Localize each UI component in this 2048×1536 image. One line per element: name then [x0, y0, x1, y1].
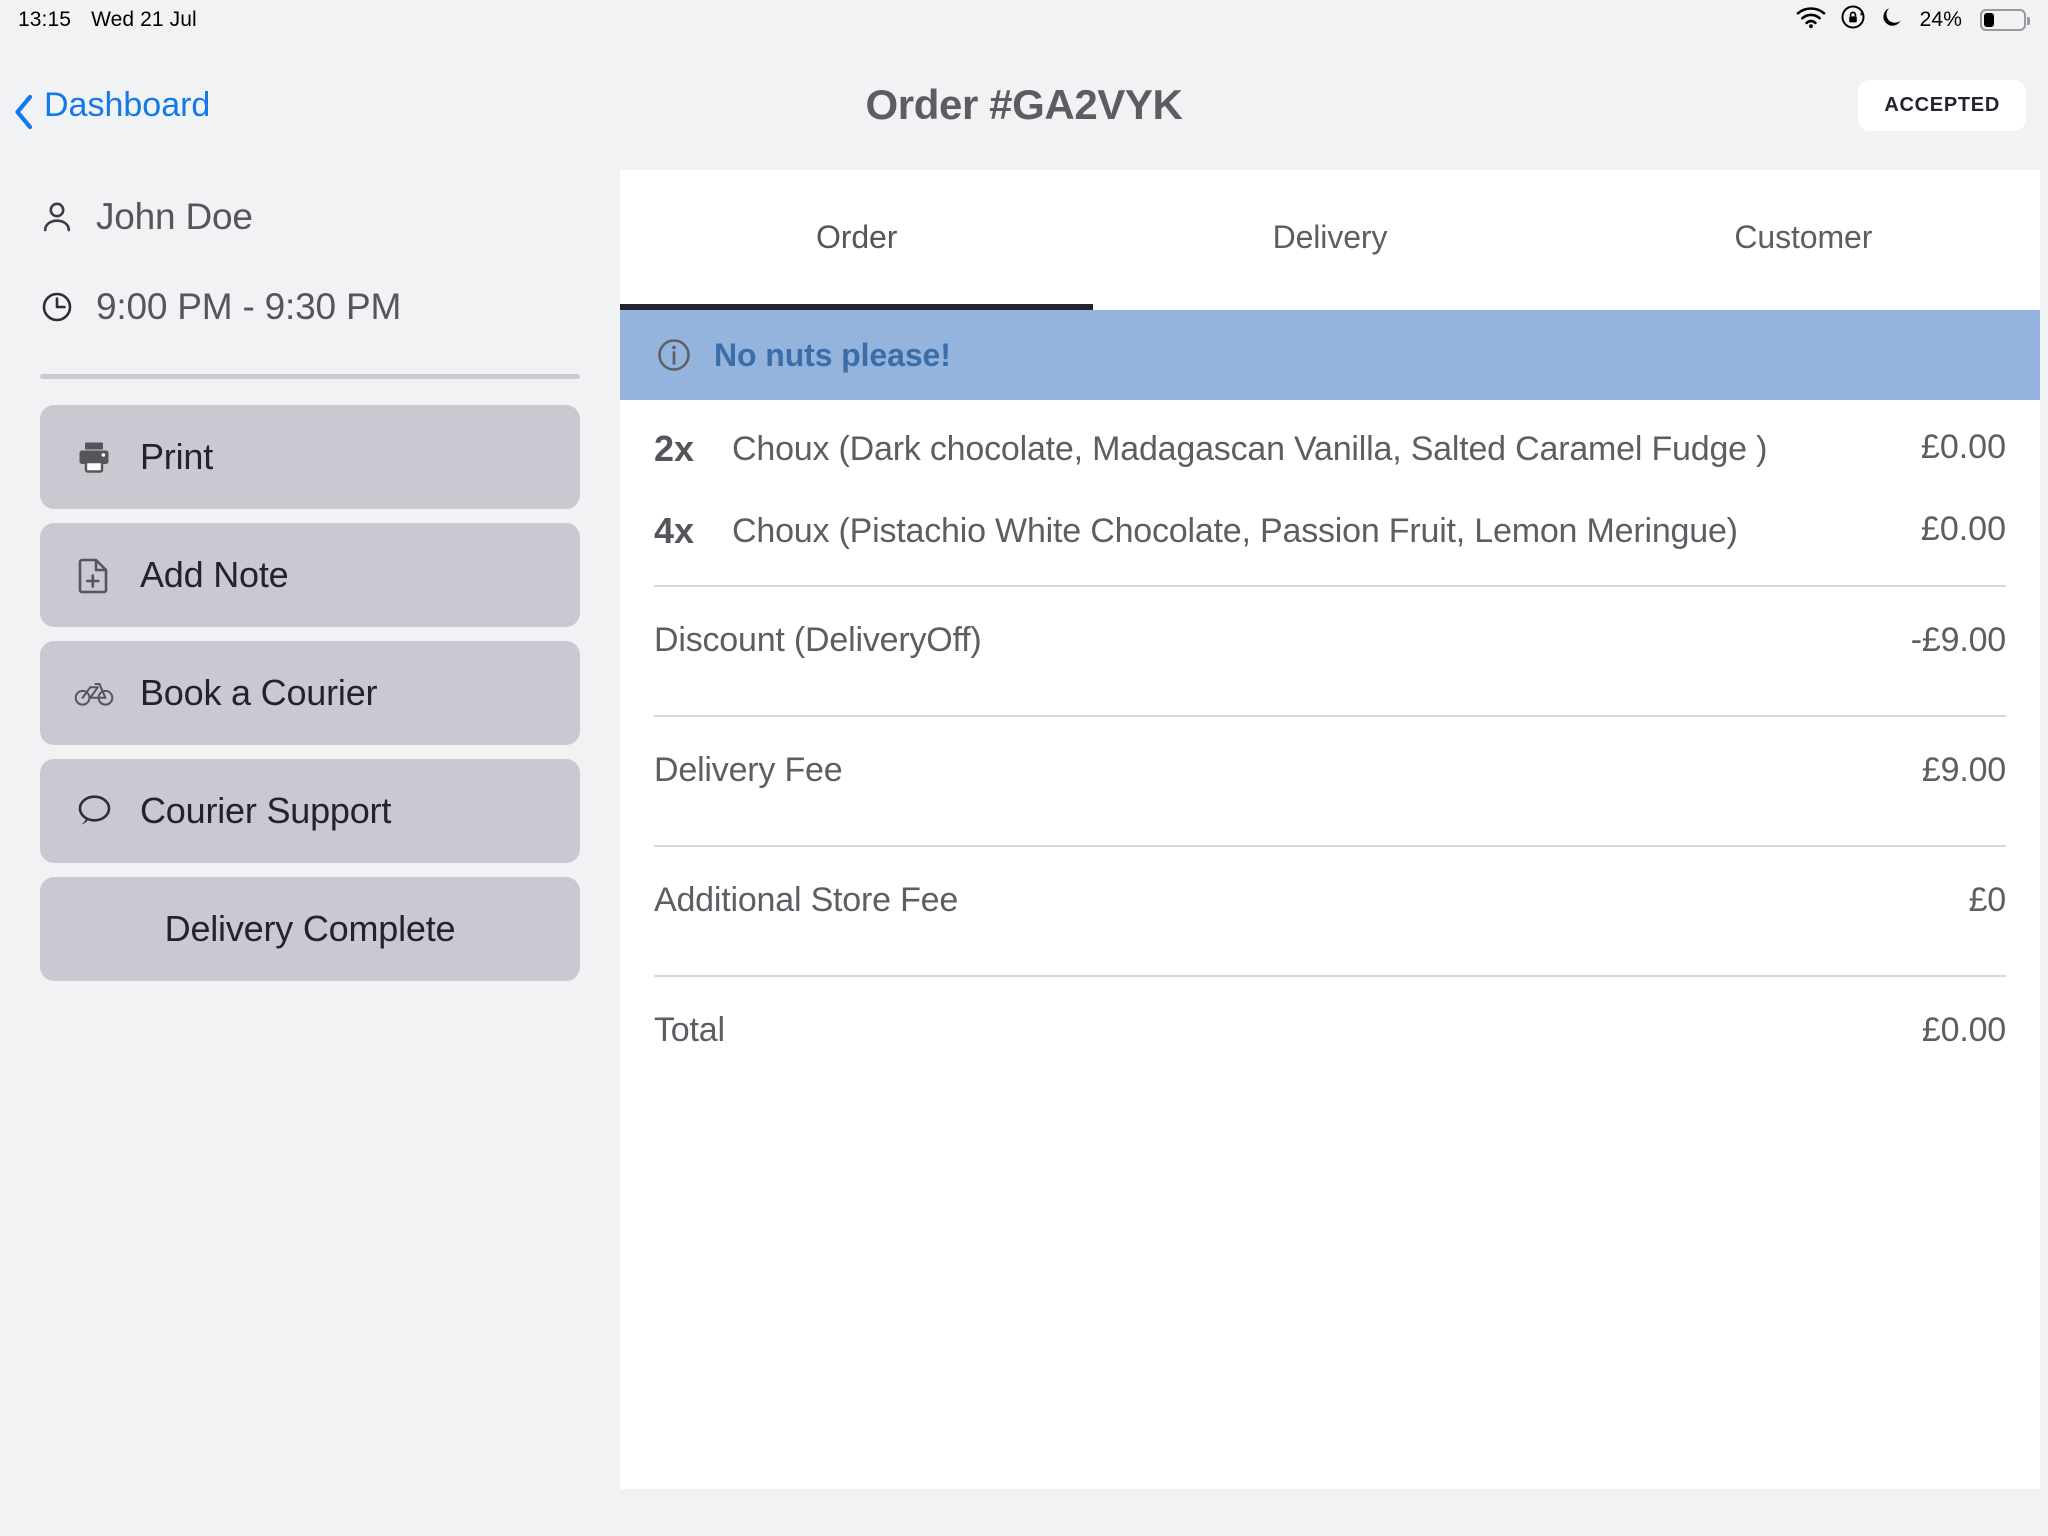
courier-support-button-label: Courier Support [140, 790, 392, 831]
fee-row-delivery-fee: Delivery Fee £9.00 [654, 717, 2006, 823]
order-item-name: Choux (Pistachio White Chocolate, Passio… [732, 511, 1738, 550]
tab-bar: Order Delivery Customer [620, 170, 2040, 310]
fee-label: Discount (DeliveryOff) [654, 620, 982, 659]
note-add-icon [74, 555, 114, 595]
navigation-bar: Dashboard Order #GA2VYK ACCEPTED [0, 40, 2048, 170]
book-a-courier-button-label: Book a Courier [140, 672, 378, 713]
tab-order-label: Order [816, 218, 898, 255]
fee-row-total: Total £0.00 [654, 977, 2006, 1083]
order-note-banner: No nuts please! [620, 310, 2040, 400]
printer-icon [74, 437, 114, 477]
fee-label: Delivery Fee [654, 750, 843, 789]
rotation-lock-icon [1840, 4, 1866, 36]
back-label: Dashboard [44, 85, 211, 124]
main-layout: John Doe 9:00 PM - 9:30 PM Print Add Not… [0, 170, 2048, 1536]
order-item-qty: 2x [654, 428, 695, 469]
fee-row-discount: Discount (DeliveryOff) -£9.00 [654, 587, 2006, 693]
tab-delivery-label: Delivery [1272, 218, 1388, 255]
do-not-disturb-moon-icon [1880, 5, 1904, 35]
order-item-row: 4x Choux (Pistachio White Chocolate, Pas… [654, 482, 2006, 564]
battery-icon [1980, 9, 2030, 31]
print-button-label: Print [140, 436, 214, 477]
tab-order[interactable]: Order [620, 170, 1094, 310]
tab-customer[interactable]: Customer [1567, 170, 2040, 310]
order-items-list: 2x Choux (Dark chocolate, Madagascan Van… [620, 400, 2040, 1083]
status-bar-right: 24% [1796, 4, 2030, 36]
order-item-name: Choux (Dark chocolate, Madagascan Vanill… [732, 430, 1768, 468]
status-date: Wed 21 Jul [91, 8, 197, 31]
time-window-row: 9:00 PM - 9:30 PM [40, 272, 580, 342]
chat-bubble-icon [74, 791, 114, 831]
sidebar: John Doe 9:00 PM - 9:30 PM Print Add Not… [0, 170, 620, 995]
back-to-dashboard-button[interactable]: Dashboard [14, 85, 211, 130]
print-button[interactable]: Print [40, 405, 580, 509]
courier-support-button[interactable]: Courier Support [40, 759, 580, 863]
add-note-button-label: Add Note [140, 554, 289, 595]
delivery-complete-button[interactable]: Delivery Complete [40, 877, 580, 981]
page-title: Order #GA2VYK [865, 81, 1183, 128]
order-item-qty: 4x [654, 509, 695, 551]
fee-value: -£9.00 [1910, 620, 2006, 659]
delivery-complete-button-label: Delivery Complete [164, 908, 456, 949]
wifi-icon [1796, 5, 1826, 35]
fee-value: £0 [1968, 880, 2007, 919]
info-circle-icon [656, 337, 692, 373]
bicycle-icon [74, 673, 114, 713]
time-window: 9:00 PM - 9:30 PM [96, 286, 402, 327]
clock-icon [40, 290, 74, 324]
chevron-left-icon [14, 94, 34, 130]
fee-row-additional-store-fee: Additional Store Fee £0 [654, 847, 2006, 953]
customer-row: John Doe [40, 182, 580, 252]
book-a-courier-button[interactable]: Book a Courier [40, 641, 580, 745]
order-item-price: £0.00 [1920, 509, 2006, 548]
customer-name: John Doe [96, 196, 253, 237]
order-note-text: No nuts please! [714, 336, 951, 373]
status-time: 13:15 [18, 8, 72, 31]
battery-percent: 24% [1919, 8, 1962, 31]
person-icon [40, 200, 74, 234]
fee-value: £9.00 [1921, 750, 2006, 789]
tab-customer-label: Customer [1734, 218, 1873, 255]
sidebar-divider [40, 374, 580, 379]
total-value: £0.00 [1921, 1010, 2006, 1049]
order-detail-panel: Order Delivery Customer No nuts please! [620, 170, 2040, 1489]
add-note-button[interactable]: Add Note [40, 523, 580, 627]
status-badge: ACCEPTED [1858, 79, 2026, 131]
status-bar-left: 13:15 Wed 21 Jul [18, 8, 197, 32]
status-bar: 13:15 Wed 21 Jul 24% [0, 0, 2048, 40]
fee-label: Additional Store Fee [654, 880, 959, 919]
order-item-price: £0.00 [1920, 428, 2006, 466]
total-label: Total [654, 1010, 725, 1049]
tab-delivery[interactable]: Delivery [1093, 170, 1566, 310]
order-item-row: 2x Choux (Dark chocolate, Madagascan Van… [654, 400, 2006, 482]
